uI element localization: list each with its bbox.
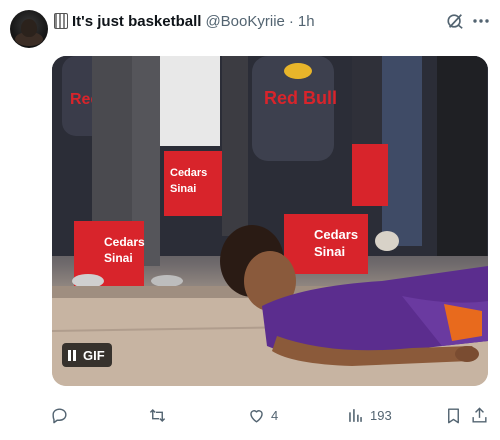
more-icon[interactable] xyxy=(470,12,492,30)
repost-button[interactable] xyxy=(148,404,172,426)
views-icon xyxy=(349,408,362,422)
share-button[interactable] xyxy=(470,404,489,426)
heart-icon xyxy=(250,409,263,423)
bookmark-button[interactable] xyxy=(444,404,463,426)
svg-text:Cedars: Cedars xyxy=(314,227,358,242)
svg-text:Cedars: Cedars xyxy=(104,235,145,249)
post-time[interactable]: 1h xyxy=(298,13,315,30)
svg-text:Sinai: Sinai xyxy=(170,183,196,195)
svg-text:Sinai: Sinai xyxy=(314,244,345,259)
svg-text:Cedars: Cedars xyxy=(170,167,207,179)
like-count: 4 xyxy=(271,407,279,423)
redbull-logo-text: Red Bull xyxy=(264,88,337,108)
repost-icon xyxy=(149,408,166,422)
svg-text:Sinai: Sinai xyxy=(104,251,133,265)
user-handle[interactable]: @BooKyriie xyxy=(205,13,284,30)
views-count: 193 xyxy=(370,407,392,423)
display-name[interactable]: It's just basketball xyxy=(72,13,201,30)
pause-icon xyxy=(68,349,76,361)
like-button[interactable]: 4 xyxy=(247,404,278,426)
action-bar: 4 193 xyxy=(0,404,500,428)
gif-badge[interactable]: GIF xyxy=(62,343,112,367)
gif-label: GIF xyxy=(83,347,105,363)
avatar-face xyxy=(21,19,37,37)
basketball-net-icon xyxy=(54,13,68,29)
gif-scene: Red Bull Red Cedars Sinai Cedars Sinai C… xyxy=(52,56,488,386)
avatar[interactable] xyxy=(10,10,48,48)
reply-icon xyxy=(52,407,67,423)
cedars-banner xyxy=(352,144,388,206)
grok-icon[interactable] xyxy=(446,12,464,30)
separator-dot: · xyxy=(288,12,294,30)
share-icon xyxy=(472,406,487,423)
gif-media[interactable]: Red Bull Red Cedars Sinai Cedars Sinai C… xyxy=(52,56,488,386)
post-header: It's just basketball @BooKyriie · 1h xyxy=(54,11,315,31)
views-button[interactable]: 193 xyxy=(346,404,392,426)
reply-button[interactable] xyxy=(50,404,74,426)
bookmark-icon xyxy=(448,407,459,423)
